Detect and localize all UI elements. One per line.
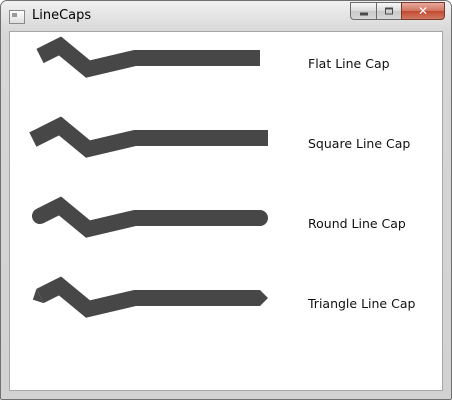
window-title: LineCaps bbox=[32, 8, 92, 23]
close-icon: ✕ bbox=[417, 4, 429, 18]
row-label-flat: Flat Line Cap bbox=[308, 56, 390, 71]
row-label-round: Round Line Cap bbox=[308, 216, 406, 231]
triangle-end-cap bbox=[260, 290, 268, 306]
row-label-triangle: Triangle Line Cap bbox=[308, 296, 416, 311]
line-round-cap bbox=[32, 196, 268, 238]
minimize-icon bbox=[359, 12, 368, 16]
line-caps-canvas bbox=[29, 36, 268, 318]
client-area: Flat Line Cap Square Line Cap Round Line… bbox=[9, 31, 443, 391]
close-button[interactable]: ✕ bbox=[401, 2, 445, 20]
maximize-button[interactable] bbox=[376, 2, 402, 20]
row-label-square: Square Line Cap bbox=[308, 136, 411, 151]
minimize-button[interactable] bbox=[350, 2, 377, 20]
maximize-icon bbox=[385, 7, 393, 15]
line-square-cap bbox=[29, 116, 268, 158]
line-flat-cap bbox=[36, 36, 260, 78]
app-window: LineCaps ✕ Flat Line Cap Square Line Cap… bbox=[0, 0, 452, 400]
line-triangle-cap bbox=[36, 276, 260, 318]
caption-buttons: ✕ bbox=[350, 2, 445, 21]
app-window-icon[interactable] bbox=[9, 10, 25, 24]
title-bar[interactable]: LineCaps ✕ bbox=[1, 1, 451, 31]
